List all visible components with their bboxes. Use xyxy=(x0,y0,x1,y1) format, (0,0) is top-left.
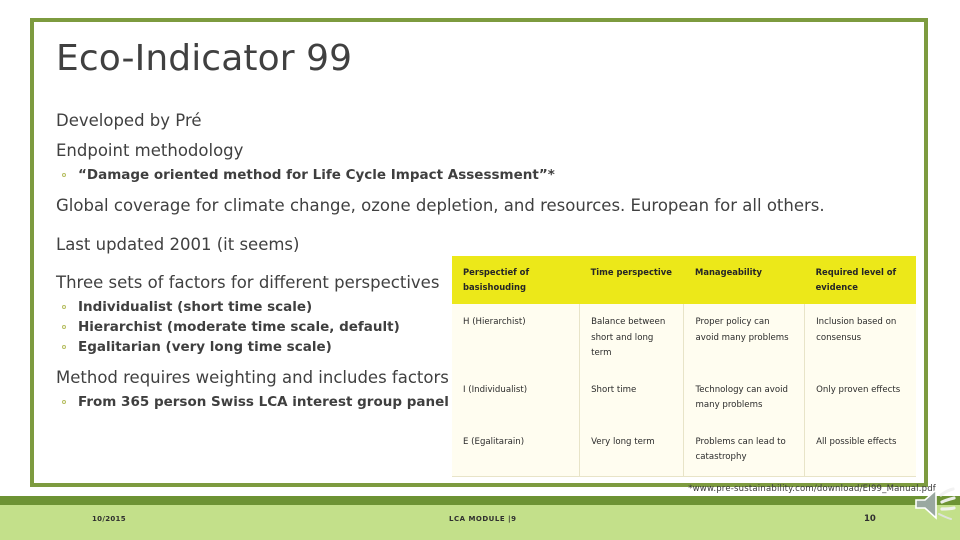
bullet-global-coverage: Global coverage for climate change, ozon… xyxy=(56,196,825,216)
cell-time: Very long term xyxy=(579,423,685,477)
cell-evidence: Only proven effects xyxy=(804,371,916,424)
table-row: H (Hierarchist) Balance between short an… xyxy=(452,304,916,372)
table-header-perspective: Perspectief of basishouding xyxy=(452,256,580,305)
audio-speaker-icon[interactable] xyxy=(912,486,958,528)
footer-date: 10/2015 xyxy=(92,515,126,523)
cell-time: Balance between short and long term xyxy=(579,304,685,372)
cell-perspective: I (Individualist) xyxy=(452,371,581,424)
slide-title: Eco-Indicator 99 xyxy=(56,38,353,79)
table-header-time: Time perspective xyxy=(579,256,684,305)
table-header-manageability: Manageability xyxy=(683,256,805,305)
slide-canvas: Eco-Indicator 99 Developed by Pré Endpoi… xyxy=(0,0,960,540)
bullet-endpoint-methodology: Endpoint methodology xyxy=(56,141,244,161)
cell-time: Short time xyxy=(579,371,685,424)
source-footnote: *www.pre-sustainability.com/download/EI9… xyxy=(688,484,936,494)
cell-manageability: Technology can avoid many problems xyxy=(683,371,806,424)
perspectives-table: Perspectief of basishouding Time perspec… xyxy=(452,256,916,477)
cell-evidence: All possible effects xyxy=(804,423,916,477)
bullet-last-updated: Last updated 2001 (it seems) xyxy=(56,234,300,254)
cell-evidence: Inclusion based on consensus xyxy=(804,304,916,372)
footer-accent-bar xyxy=(0,496,960,505)
cell-perspective: H (Hierarchist) xyxy=(452,304,581,372)
table-header-evidence: Required level of evidence xyxy=(804,256,916,305)
table-row: I (Individualist) Short time Technology … xyxy=(452,371,916,424)
bullet-damage-oriented: “Damage oriented method for Life Cycle I… xyxy=(56,166,846,184)
cell-manageability: Problems can lead to catastrophy xyxy=(683,423,806,477)
bullet-developed-by: Developed by Pré xyxy=(56,111,202,130)
footer-page-number: 10 xyxy=(864,514,876,524)
cell-manageability: Proper policy can avoid many problems xyxy=(683,304,806,372)
table-header-row: Perspectief of basishouding Time perspec… xyxy=(452,256,916,305)
table-row: E (Egalitarain) Very long term Problems … xyxy=(452,423,916,477)
cell-perspective: E (Egalitarain) xyxy=(452,423,581,477)
footer-module-label: LCA MODULE |9 xyxy=(449,515,517,523)
